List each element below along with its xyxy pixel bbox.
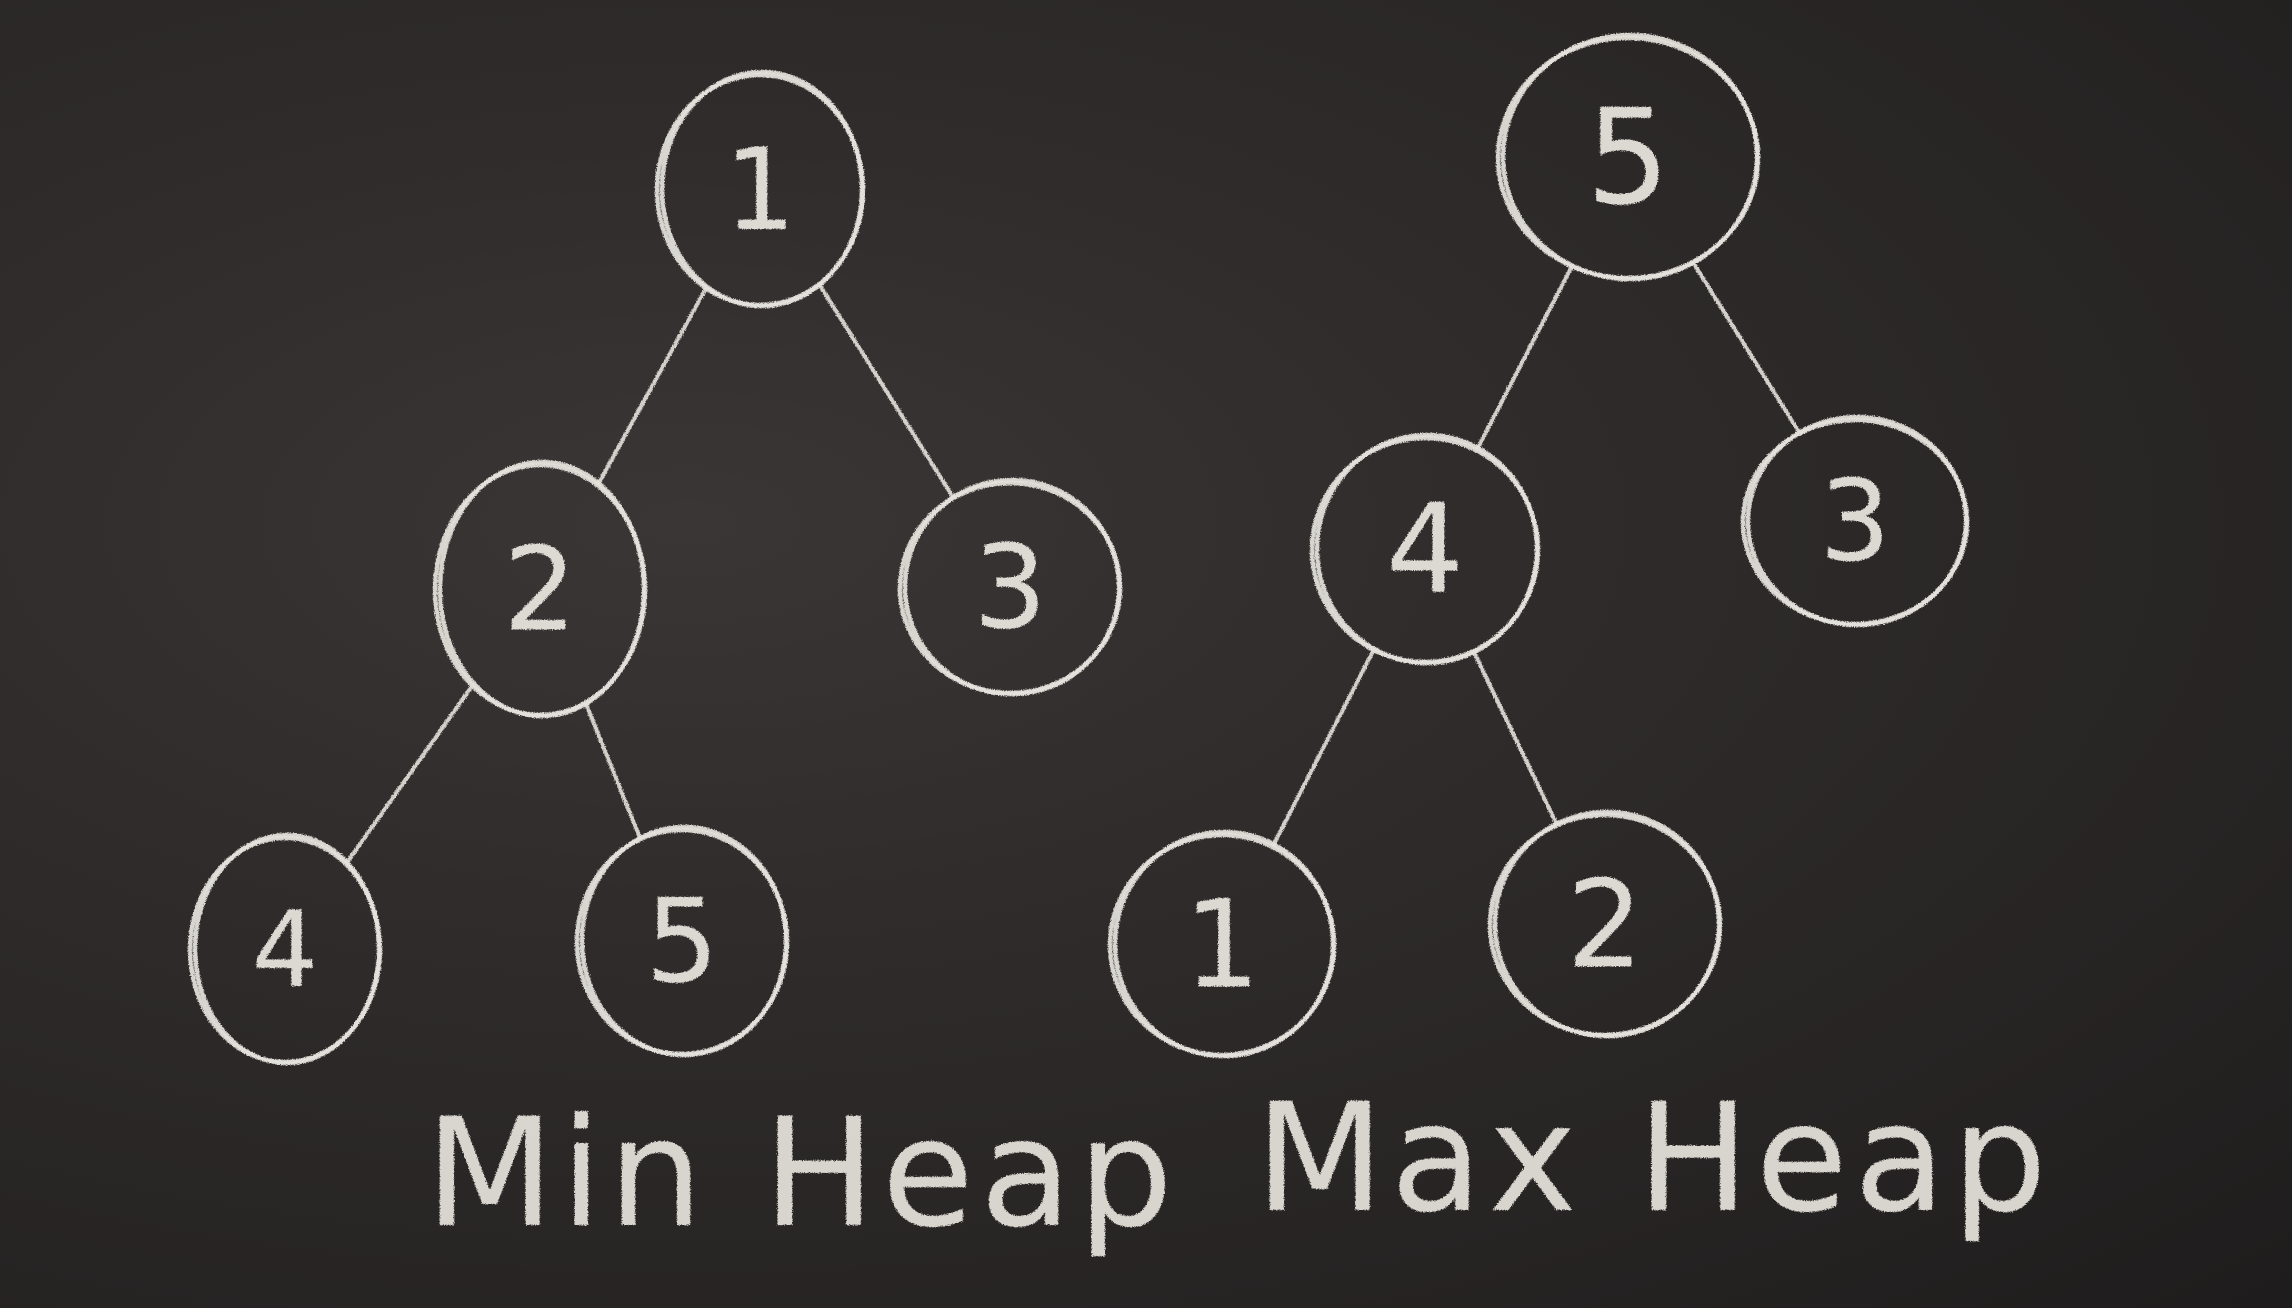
- edge-max-n4-to-max-n1: [1271, 649, 1375, 847]
- node-label-min-n5: 5: [645, 875, 719, 1010]
- node-max-n4: 4: [1309, 432, 1541, 666]
- node-label-max-n5: 5: [1586, 81, 1670, 235]
- edge-max-n5-to-max-n3: [1692, 262, 1801, 434]
- edge-min-n1-to-min-n2: [596, 288, 707, 486]
- edge-min-n1-to-min-n3: [818, 284, 955, 499]
- node-max-n5: 5: [1495, 32, 1761, 282]
- edge-max-n5-to-max-n4: [1475, 266, 1573, 451]
- node-label-min-n4: 4: [252, 889, 319, 1011]
- edge-max-n4-to-max-n2: [1472, 651, 1559, 825]
- max-heap-tree: 5 4 3 1 2 Max Heap: [1107, 32, 2053, 1246]
- node-label-max-n3: 3: [1819, 457, 1890, 587]
- node-min-n3: 3: [897, 477, 1123, 697]
- max-heap-nodes: 5 4 3 1 2: [1107, 32, 1970, 1059]
- node-label-min-n3: 3: [973, 521, 1047, 656]
- node-min-n1: 1: [654, 69, 866, 309]
- node-min-n5: 5: [574, 824, 790, 1058]
- node-max-n1: 1: [1107, 829, 1337, 1059]
- node-min-n2: 2: [432, 459, 648, 719]
- edge-min-n2-to-min-n5: [584, 702, 642, 840]
- heap-diagram: 1 2 3 4 5 Min Heap 5 4 3 1 2 Max Heap: [187, 32, 2053, 1261]
- min-heap-nodes: 1 2 3 4 5: [187, 69, 1123, 1066]
- min-heap-tree: 1 2 3 4 5 Min Heap: [187, 69, 1179, 1261]
- node-max-n3: 3: [1740, 414, 1970, 628]
- chalkboard: 1 2 3 4 5 Min Heap 5 4 3 1 2 Max Heap: [0, 0, 2292, 1308]
- node-label-max-n1: 1: [1184, 875, 1261, 1016]
- node-label-max-n2: 2: [1567, 855, 1644, 996]
- node-min-n4: 4: [187, 832, 383, 1066]
- node-max-n2: 2: [1487, 809, 1723, 1039]
- edge-min-n2-to-min-n4: [345, 685, 473, 865]
- max-heap-caption: Max Heap: [1255, 1072, 2053, 1246]
- node-label-min-n1: 1: [724, 124, 796, 256]
- min-heap-caption: Min Heap: [425, 1087, 1179, 1261]
- node-label-min-n2: 2: [503, 523, 577, 658]
- node-label-max-n4: 4: [1386, 479, 1464, 622]
